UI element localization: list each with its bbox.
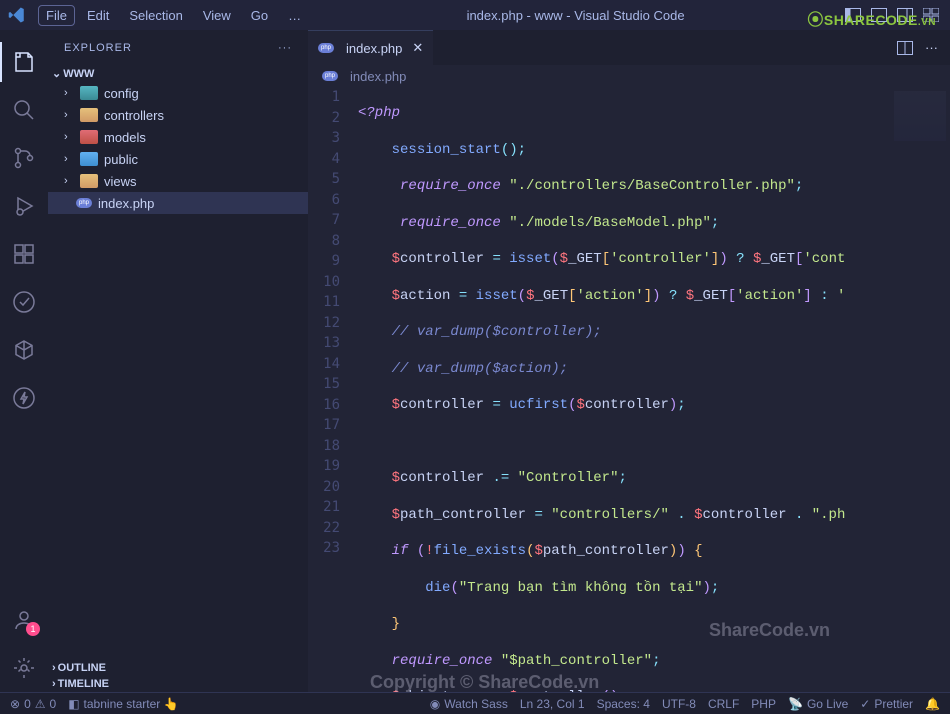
file-index-php[interactable]: php index.php (48, 192, 308, 214)
error-icon: ⊗ (10, 697, 20, 711)
folder-icon (80, 86, 98, 100)
editor-area: php index.php ✕ ··· php index.php 123456… (308, 30, 950, 692)
status-bar: ⊗0 ⚠0 ◧ tabnine starter 👆 ◉Watch Sass Ln… (0, 692, 950, 714)
folder-icon (80, 152, 98, 166)
indentation-status[interactable]: Spaces: 4 (597, 697, 650, 711)
folder-public[interactable]: › public (48, 148, 308, 170)
account-badge: 1 (26, 622, 40, 636)
sharecode-watermark-logo: ⦿SHARECODE.VN (807, 6, 936, 30)
code-content[interactable]: <?php session_start(); require_once "./c… (358, 87, 890, 692)
chevron-right-icon: › (64, 109, 80, 121)
folder-icon (80, 130, 98, 144)
more-actions-icon[interactable]: ··· (925, 40, 938, 55)
sidebar: EXPLORER ··· ⌄ WWW › config › controller… (48, 30, 308, 692)
php-file-icon: php (318, 43, 334, 53)
problems-status[interactable]: ⊗0 ⚠0 (10, 697, 56, 711)
tab-index-php[interactable]: php index.php ✕ (308, 30, 433, 65)
encoding-status[interactable]: UTF-8 (662, 697, 696, 711)
chevron-right-icon: › (64, 175, 80, 187)
check-icon: ✓ (860, 697, 870, 711)
folder-icon (80, 108, 98, 122)
cube-icon[interactable] (0, 326, 48, 374)
menu-selection[interactable]: Selection (121, 5, 190, 26)
close-icon[interactable]: ✕ (412, 40, 423, 56)
folder-controllers[interactable]: › controllers (48, 104, 308, 126)
eol-status[interactable]: CRLF (708, 697, 739, 711)
tabs-bar: php index.php ✕ ··· (308, 30, 950, 65)
golive-status[interactable]: 📡Go Live (788, 697, 848, 711)
breadcrumb[interactable]: php index.php (308, 65, 950, 87)
run-debug-icon[interactable] (0, 182, 48, 230)
line-numbers: 1234567891011121314151617181920212223 (308, 87, 358, 692)
folder-icon (80, 174, 98, 188)
notifications-icon[interactable]: 🔔 (925, 697, 940, 711)
menu-file[interactable]: File (38, 5, 75, 26)
prettier-status[interactable]: ✓Prettier (860, 697, 913, 711)
outline-section[interactable]: › OUTLINE (48, 660, 308, 676)
source-control-icon[interactable] (0, 134, 48, 182)
cursor-position[interactable]: Ln 23, Col 1 (520, 697, 585, 711)
menu-more[interactable]: … (280, 5, 309, 26)
thunder-icon[interactable] (0, 374, 48, 422)
tabnine-icon: ◧ (68, 697, 79, 711)
settings-gear-icon[interactable] (0, 644, 48, 692)
titlebar: File Edit Selection View Go … index.php … (0, 0, 950, 30)
broadcast-icon: 📡 (788, 697, 803, 711)
timeline-section[interactable]: › TIMELINE (48, 676, 308, 692)
chevron-right-icon: › (52, 662, 56, 674)
chevron-right-icon: › (64, 131, 80, 143)
folder-models[interactable]: › models (48, 126, 308, 148)
code-editor[interactable]: 1234567891011121314151617181920212223 <?… (308, 87, 950, 692)
minimap[interactable] (890, 87, 950, 692)
account-icon[interactable]: 1 (0, 596, 48, 644)
explorer-header: EXPLORER ··· (48, 30, 308, 65)
tabnine-status[interactable]: ◧ tabnine starter 👆 (68, 697, 178, 711)
todo-icon[interactable] (0, 278, 48, 326)
folder-config[interactable]: › config (48, 82, 308, 104)
php-file-icon: php (76, 198, 92, 208)
extensions-icon[interactable] (0, 230, 48, 278)
chevron-right-icon: › (52, 678, 56, 690)
chevron-right-icon: › (64, 153, 80, 165)
split-editor-icon[interactable] (897, 41, 913, 55)
explorer-icon[interactable] (0, 38, 48, 86)
watch-sass-status[interactable]: ◉Watch Sass (430, 697, 508, 711)
folder-views[interactable]: › views (48, 170, 308, 192)
menu-edit[interactable]: Edit (79, 5, 117, 26)
folder-root[interactable]: ⌄ WWW (48, 65, 308, 82)
menu-go[interactable]: Go (243, 5, 276, 26)
language-status[interactable]: PHP (751, 697, 776, 711)
chevron-down-icon: ⌄ (52, 67, 61, 80)
search-icon[interactable] (0, 86, 48, 134)
php-file-icon: php (322, 71, 338, 81)
chevron-right-icon: › (64, 87, 80, 99)
menu-view[interactable]: View (195, 5, 239, 26)
minimap-viewport (894, 91, 946, 141)
eye-icon: ◉ (430, 697, 440, 711)
activity-bar: 1 (0, 30, 48, 692)
warning-icon: ⚠ (35, 697, 46, 711)
window-title: index.php - www - Visual Studio Code (313, 8, 838, 23)
explorer-more-icon[interactable]: ··· (278, 42, 292, 54)
vscode-logo-icon (8, 6, 26, 24)
